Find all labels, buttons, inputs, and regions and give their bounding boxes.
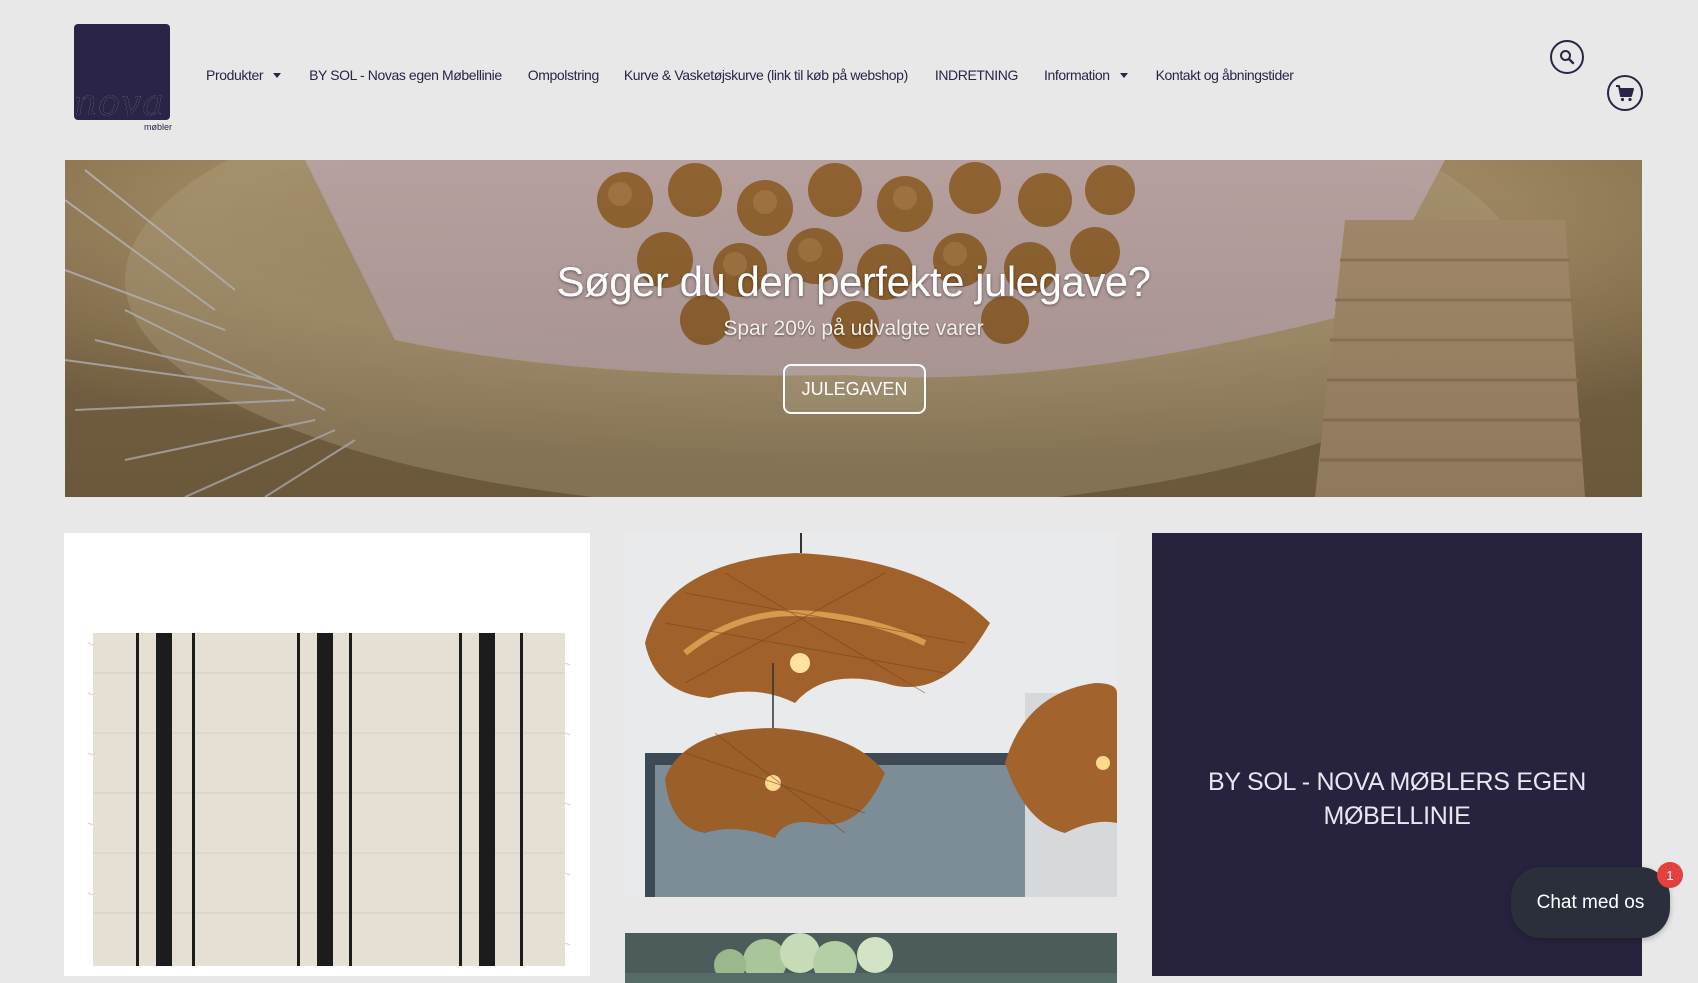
product-tile-lamps[interactable] (625, 533, 1117, 897)
chat-button[interactable]: Chat med os (1511, 867, 1670, 938)
caret-down-icon (1119, 72, 1128, 78)
logo-wordmark: nova (74, 83, 165, 124)
nav-label: Ompolstring (527, 67, 599, 83)
chat-label: Chat med os (1536, 891, 1645, 913)
main-navigation: Produkter BY SOL - Novas egen Møbellinie… (206, 62, 1294, 88)
nav-item-by-sol[interactable]: BY SOL - Novas egen Møbellinie (309, 67, 502, 83)
cart-icon (1616, 85, 1634, 102)
nav-item-ompolstring[interactable]: Ompolstring (528, 67, 599, 83)
nav-label: Information (1043, 67, 1110, 83)
rug-image (87, 633, 571, 966)
nav-item-information[interactable]: Information (1044, 67, 1128, 83)
hero-title: Søger du den perfekte julegave? (556, 258, 1151, 305)
nav-item-produkter[interactable]: Produkter (206, 67, 282, 83)
nav-label: BY SOL - Novas egen Møbellinie (309, 67, 502, 83)
hero-banner: Søger du den perfekte julegave? Spar 20%… (65, 160, 1642, 497)
nav-label: Kontakt og åbningstider (1155, 67, 1294, 83)
logo-subtitle: møbler (144, 122, 173, 132)
plants-image (625, 933, 1117, 983)
nav-label: INDRETNING (934, 67, 1019, 83)
nav-label: Produkter (206, 67, 264, 83)
search-icon (1560, 50, 1575, 65)
cart-button[interactable] (1607, 75, 1643, 111)
by-sol-tile-text: BY SOL - NOVA MØBLERS EGEN MØBELLINIE (1208, 768, 1586, 830)
chat-notification-badge: 1 (1657, 862, 1683, 888)
lamps-image (625, 533, 1117, 897)
nav-item-kurve[interactable]: Kurve & Vasketøjskurve (link til køb på … (624, 67, 908, 83)
search-button[interactable] (1550, 40, 1584, 74)
caret-down-icon (273, 72, 282, 78)
julegaven-button[interactable]: JULEGAVEN (783, 364, 926, 414)
nav-label: Kurve & Vasketøjskurve (link til køb på … (623, 67, 908, 83)
hero-subtitle: Spar 20% på udvalgte varer (723, 317, 984, 340)
nav-item-kontakt[interactable]: Kontakt og åbningstider (1156, 67, 1294, 83)
nav-item-indretning[interactable]: INDRETNING (934, 67, 1019, 83)
product-tile-rug[interactable] (64, 533, 590, 976)
